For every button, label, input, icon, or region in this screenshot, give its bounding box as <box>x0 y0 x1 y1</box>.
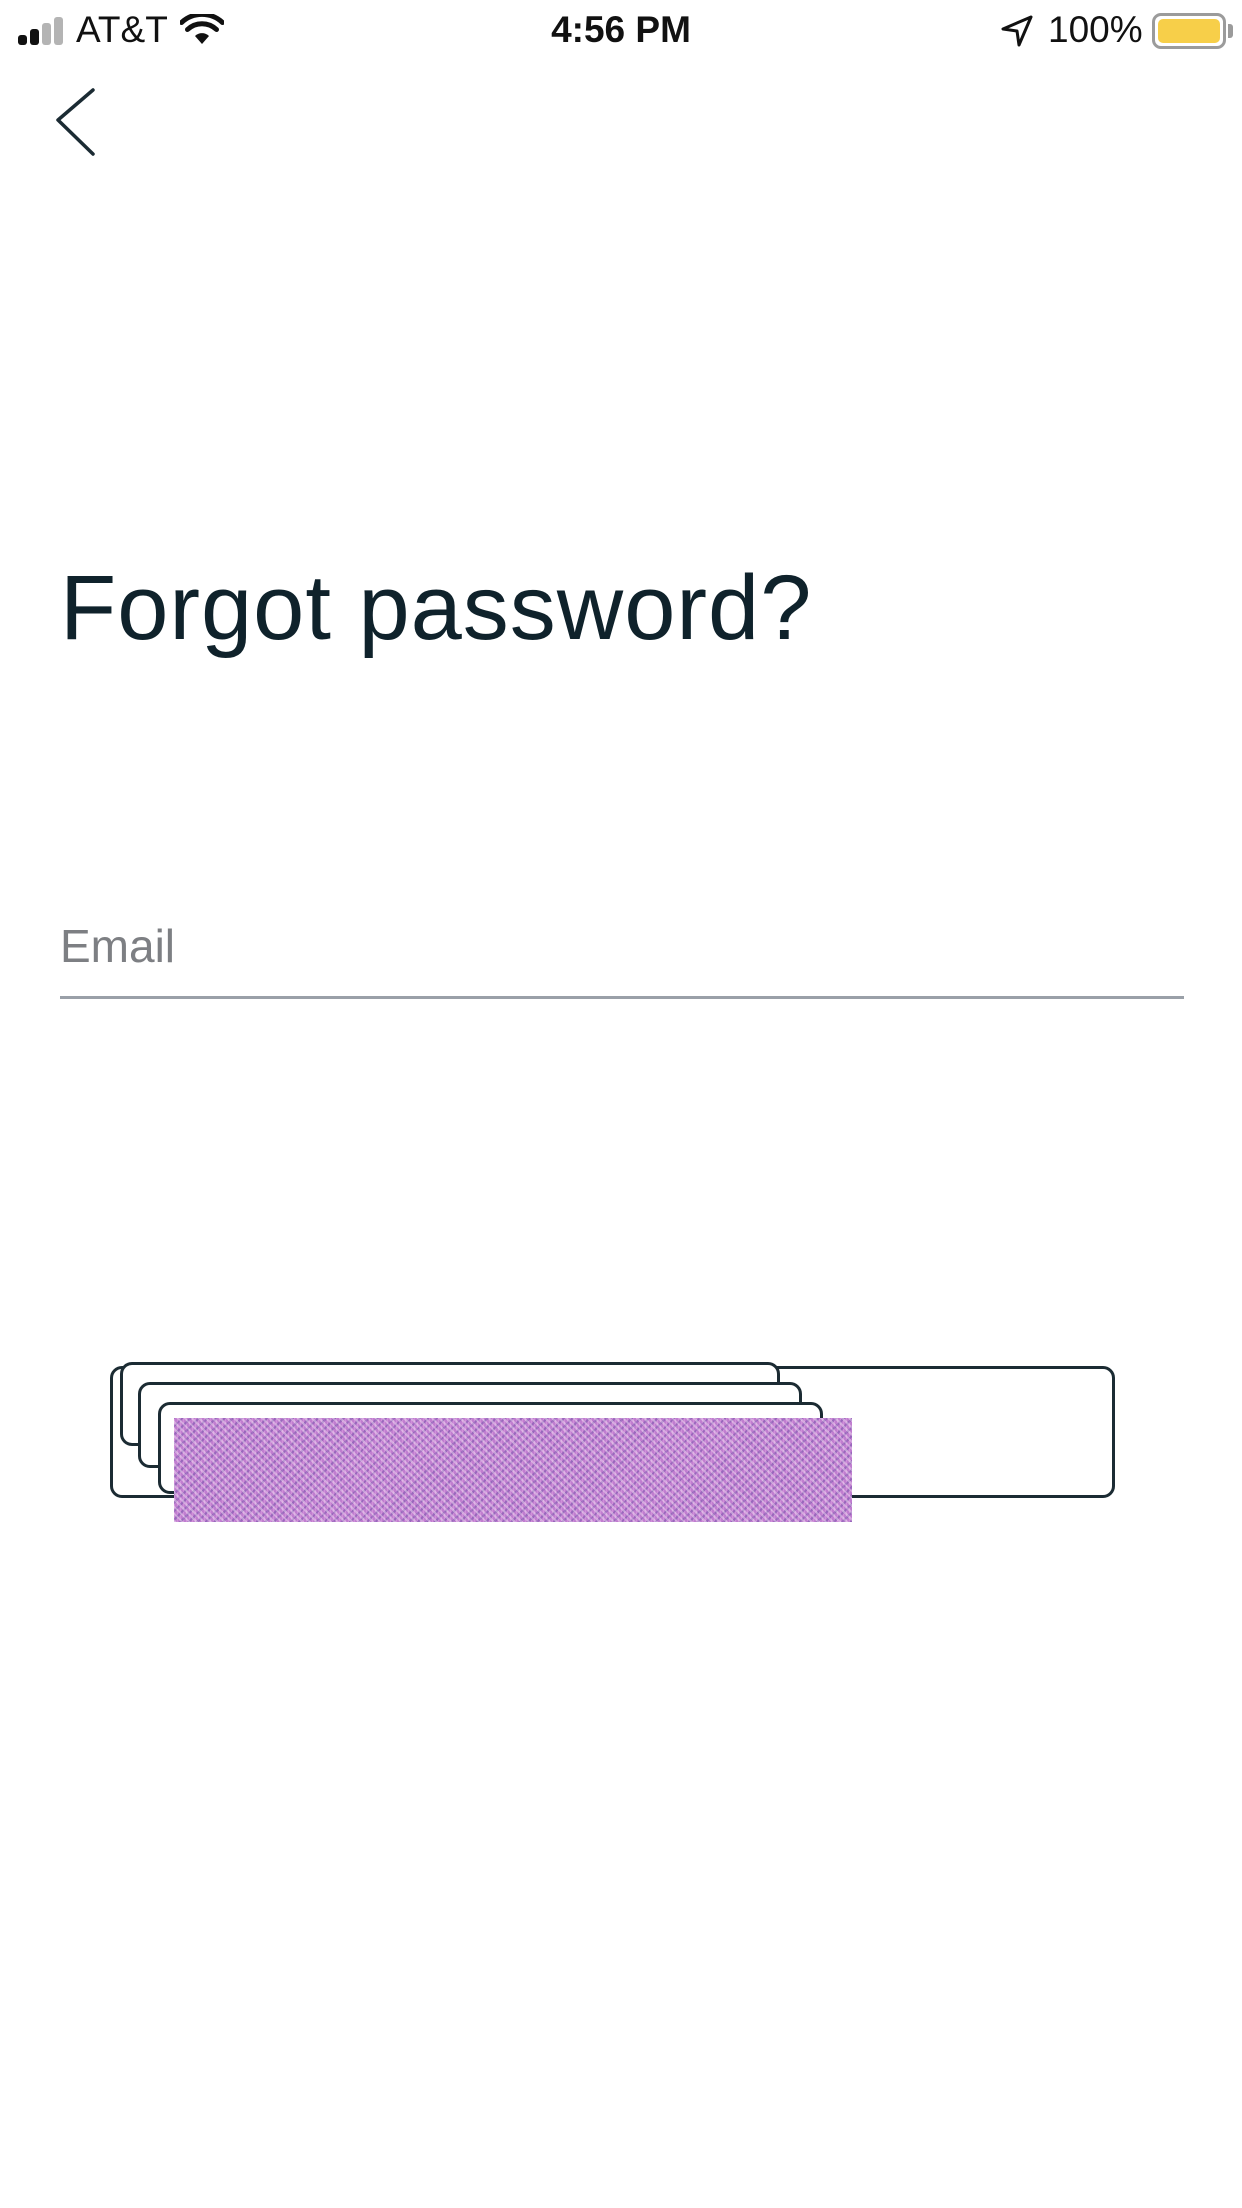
chevron-left-icon <box>56 88 95 156</box>
battery-tip <box>1228 24 1233 38</box>
battery-percentage: 100% <box>1048 9 1143 50</box>
battery-icon <box>1152 13 1226 49</box>
submit-button-label <box>174 1418 852 1522</box>
back-button[interactable] <box>40 70 120 170</box>
submit-button[interactable] <box>110 1362 1120 1522</box>
email-field[interactable] <box>60 895 1184 999</box>
location-arrow-icon <box>1001 15 1033 47</box>
battery-level-fill <box>1158 19 1220 43</box>
page-title: Forgot password? <box>60 557 813 659</box>
status-bar: AT&T 4:56 PM 100% <box>0 0 1242 62</box>
